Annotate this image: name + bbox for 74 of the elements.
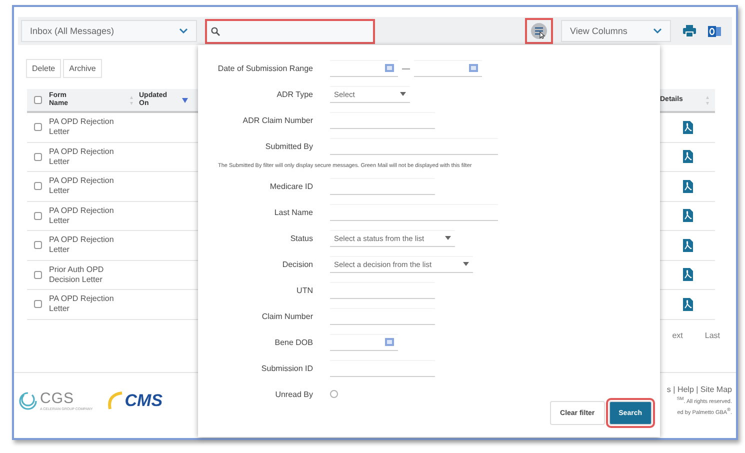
table-cell-text: PA OPD Rejection Letter — [49, 294, 115, 314]
pagination-link[interactable]: ext — [672, 330, 683, 340]
range-dash: — — [402, 64, 410, 72]
chevron-down-icon — [653, 28, 662, 34]
filter-button[interactable] — [525, 18, 553, 44]
field-label: Status — [289, 234, 313, 242]
search-icon — [211, 26, 220, 36]
row-checkbox[interactable] — [34, 212, 42, 220]
pdf-icon[interactable] — [682, 180, 692, 193]
input-field[interactable] — [330, 112, 435, 128]
view-columns-select[interactable]: View Columns — [561, 20, 671, 42]
sort-icon[interactable] — [130, 96, 133, 104]
search-field[interactable] — [205, 18, 375, 44]
pdf-icon[interactable] — [682, 209, 692, 222]
field-label: ADR Claim Number — [242, 116, 313, 124]
field-label: Bene DOB — [274, 338, 313, 346]
date-input[interactable] — [414, 60, 482, 76]
logo-text: CGS — [40, 390, 76, 407]
calendar-icon[interactable] — [469, 64, 478, 72]
radio-button[interactable] — [330, 390, 338, 398]
table-cell-text: Prior Auth OPD Decision Letter — [49, 264, 105, 285]
sort-icon[interactable] — [706, 96, 709, 104]
field-label: Submission ID — [260, 364, 313, 372]
input-field[interactable] — [330, 282, 435, 298]
field-label: UTN — [296, 286, 313, 294]
pdf-icon[interactable] — [682, 120, 692, 134]
arc-logo-icon — [106, 390, 123, 412]
folder-select[interactable]: Inbox (All Messages) — [21, 20, 197, 42]
calendar-icon[interactable] — [385, 64, 394, 72]
table-cell-text: PA OPD Rejection Letter — [49, 176, 115, 196]
sort-descending-icon[interactable] — [182, 98, 188, 102]
footer-text: s | Help | Site Map — [666, 385, 732, 394]
action-button[interactable]: Delete — [26, 59, 62, 78]
pdf-icon[interactable] — [682, 298, 692, 311]
date-input[interactable] — [330, 334, 398, 350]
input-field[interactable] — [330, 360, 435, 376]
date-input[interactable] — [330, 60, 398, 76]
input-field[interactable] — [330, 204, 498, 220]
row-checkbox[interactable] — [34, 300, 42, 308]
print-icon[interactable] — [683, 25, 696, 37]
input-field[interactable] — [330, 308, 435, 324]
row-checkbox[interactable] — [34, 152, 42, 161]
outlook-icon[interactable] — [708, 24, 721, 38]
caret-icon — [445, 236, 451, 240]
pdf-icon[interactable] — [682, 268, 692, 282]
filter-icon — [530, 22, 548, 40]
field-label: Claim Number — [260, 312, 313, 320]
table-cell-text: PA OPD Rejection Letter — [49, 117, 115, 138]
table-cell-text: PA OPD Rejection Letter — [49, 206, 115, 226]
field-label: Unread By — [274, 390, 313, 398]
row-checkbox[interactable] — [34, 182, 42, 190]
select-all-checkbox[interactable] — [34, 96, 42, 104]
pdf-icon[interactable] — [682, 238, 692, 252]
input-field[interactable] — [330, 138, 498, 154]
field-label: ADR Type — [276, 90, 313, 98]
row-checkbox[interactable] — [34, 241, 42, 250]
input-field[interactable] — [330, 178, 435, 194]
row-checkbox[interactable] — [34, 270, 42, 279]
field-label: Medicare ID — [268, 182, 313, 190]
field-label: Submitted By — [264, 142, 313, 150]
table-cell-text: PA OPD Rejection Letter — [49, 146, 115, 167]
pdf-icon[interactable] — [682, 150, 692, 164]
pagination-link[interactable]: Last — [704, 330, 720, 340]
field-label: Date of Submission Range — [216, 64, 313, 72]
field-label: Last Name — [273, 208, 313, 216]
chevron-down-icon — [179, 28, 188, 34]
row-checkbox[interactable] — [34, 123, 42, 132]
calendar-icon[interactable] — [385, 338, 394, 346]
caret-icon — [400, 92, 406, 96]
field-label: Decision — [281, 260, 313, 268]
action-button[interactable]: Archive — [63, 59, 102, 78]
logo-text: CMS — [124, 390, 163, 410]
table-cell-text: PA OPD Rejection Letter — [49, 235, 115, 256]
swirl-logo-icon — [18, 390, 38, 410]
